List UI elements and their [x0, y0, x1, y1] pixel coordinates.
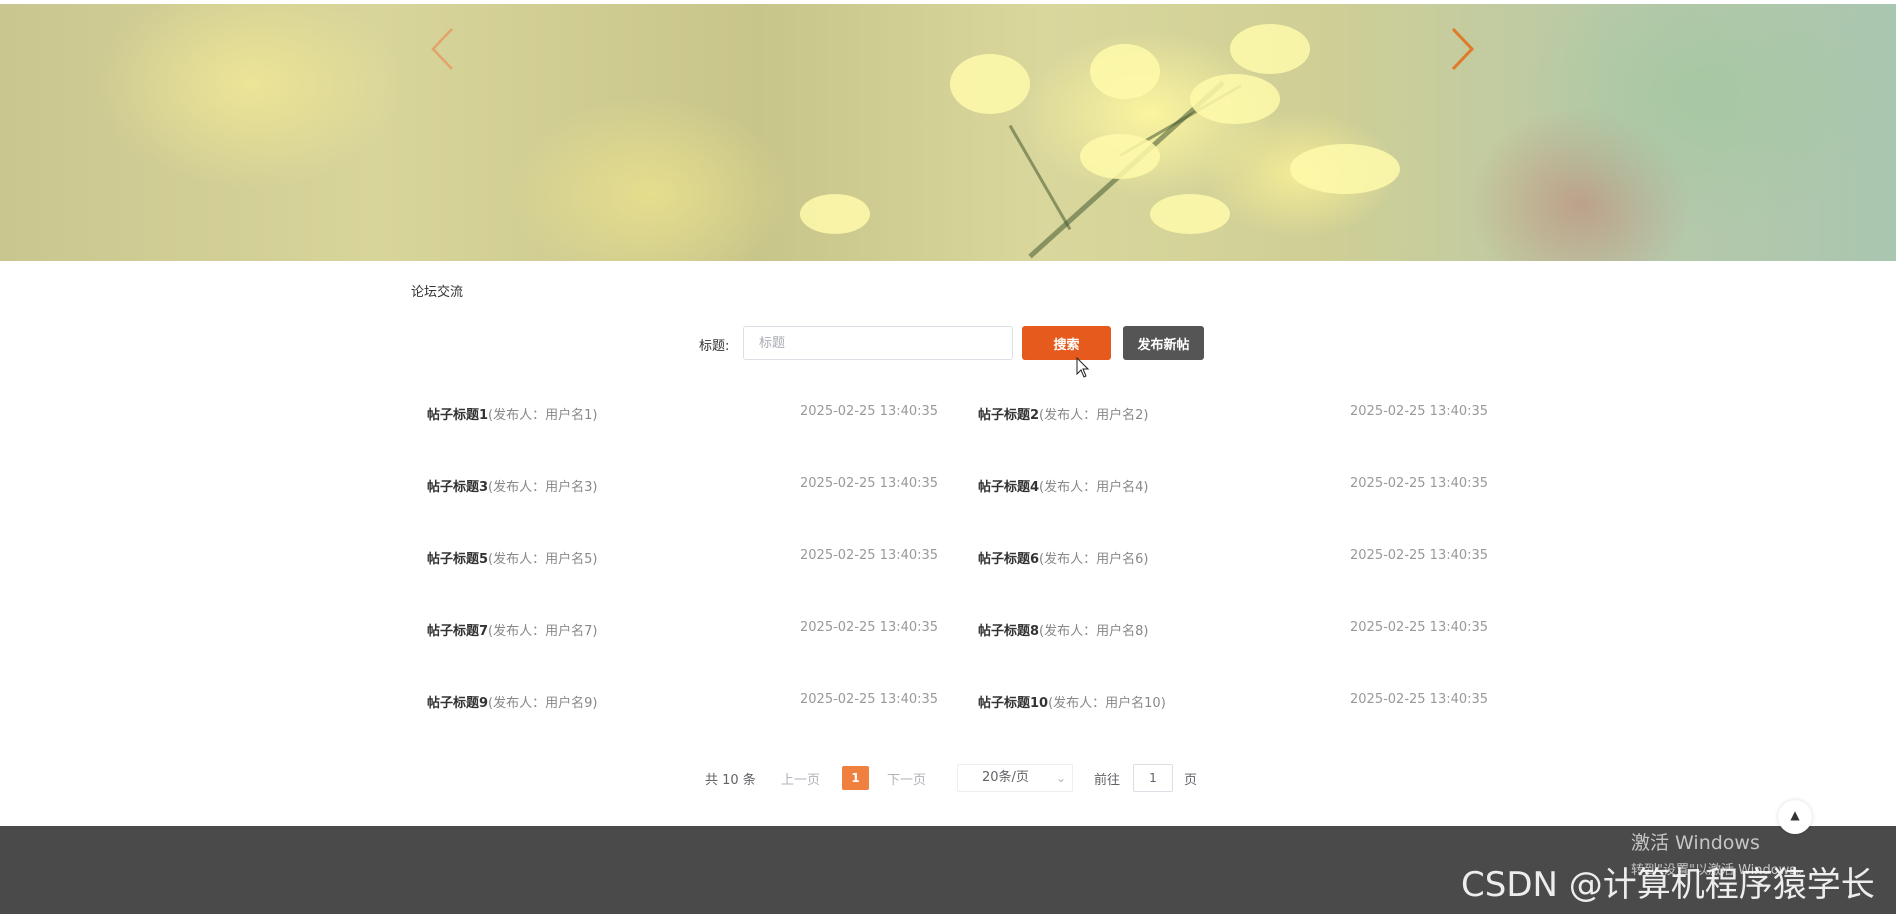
post-author: (发布人：用户名2)	[1039, 408, 1149, 423]
pagination-current-page[interactable]: 1	[842, 766, 869, 790]
pagination-next-button[interactable]: 下一页	[887, 769, 926, 788]
pagination-page-suffix: 页	[1184, 773, 1198, 788]
carousel-banner	[0, 4, 1896, 261]
pagination-prev-button[interactable]: 上一页	[781, 769, 820, 788]
caret-up-icon: ▲	[1790, 808, 1800, 822]
post-title: 帖子标题8	[978, 624, 1040, 639]
post-item[interactable]: 帖子标题6(发布人：用户名6)	[978, 548, 1148, 568]
search-input[interactable]	[743, 326, 1013, 360]
post-author: (发布人：用户名10)	[1048, 696, 1166, 711]
post-author: (发布人：用户名8)	[1039, 624, 1149, 639]
post-item[interactable]: 帖子标题5(发布人：用户名5)	[427, 548, 597, 568]
page-size-value: 20条/页	[982, 770, 1029, 785]
post-item[interactable]: 帖子标题1(发布人：用户名1)	[427, 404, 597, 424]
post-date: 2025-02-25 13:40:35	[1350, 692, 1489, 707]
carousel-prev-button[interactable]	[428, 26, 458, 72]
post-item[interactable]: 帖子标题3(发布人：用户名3)	[427, 476, 597, 496]
chevron-down-icon: ⌄	[1055, 771, 1066, 785]
post-title: 帖子标题5	[427, 552, 489, 567]
post-title: 帖子标题3	[427, 480, 489, 495]
post-date: 2025-02-25 13:40:35	[800, 476, 939, 491]
post-item[interactable]: 帖子标题4(发布人：用户名4)	[978, 476, 1148, 496]
activation-title: 激活 Windows	[1631, 832, 1760, 854]
post-title: 帖子标题9	[427, 696, 489, 711]
post-date: 2025-02-25 13:40:35	[800, 692, 939, 707]
post-item[interactable]: 帖子标题2(发布人：用户名2)	[978, 404, 1148, 424]
post-title: 帖子标题7	[427, 624, 489, 639]
pagination: 共 10 条 上一页 1 下一页 20条/页 ⌄ 前往 页	[0, 764, 1896, 792]
page-size-select[interactable]: 20条/页 ⌄	[957, 764, 1073, 792]
post-item[interactable]: 帖子标题7(发布人：用户名7)	[427, 620, 597, 640]
post-item[interactable]: 帖子标题9(发布人：用户名9)	[427, 692, 597, 712]
post-title: 帖子标题10	[978, 696, 1049, 711]
search-button[interactable]: 搜索	[1022, 326, 1111, 360]
post-date: 2025-02-25 13:40:35	[800, 620, 939, 635]
chevron-right-icon	[1451, 27, 1475, 71]
post-title: 帖子标题1	[427, 408, 489, 423]
post-date: 2025-02-25 13:40:35	[1350, 548, 1489, 563]
post-date: 2025-02-25 13:40:35	[1350, 620, 1489, 635]
post-date: 2025-02-25 13:40:35	[800, 404, 939, 419]
post-item[interactable]: 帖子标题10(发布人：用户名10)	[978, 692, 1166, 712]
post-title: 帖子标题6	[978, 552, 1040, 567]
new-post-button[interactable]: 发布新帖	[1123, 326, 1204, 360]
mouse-cursor-icon	[1076, 357, 1090, 378]
pagination-goto-label: 前往	[1094, 773, 1121, 788]
post-author: (发布人：用户名9)	[488, 696, 598, 711]
page-title: 论坛交流	[411, 285, 464, 300]
pagination-total: 共 10 条	[705, 773, 756, 788]
post-title: 帖子标题4	[978, 480, 1040, 495]
post-author: (发布人：用户名1)	[488, 408, 598, 423]
banner-flower-petal	[1080, 134, 1160, 179]
post-author: (发布人：用户名4)	[1039, 480, 1149, 495]
banner-flower-petal	[800, 194, 870, 234]
post-item[interactable]: 帖子标题8(发布人：用户名8)	[978, 620, 1148, 640]
banner-flower-petal	[1190, 74, 1280, 124]
post-title: 帖子标题2	[978, 408, 1040, 423]
banner-flower-petal	[1290, 144, 1400, 194]
watermark-text: CSDN @计算机程序猿学长	[1461, 865, 1875, 905]
banner-flower-petal	[1090, 44, 1160, 99]
post-author: (发布人：用户名6)	[1039, 552, 1149, 567]
post-date: 2025-02-25 13:40:35	[800, 548, 939, 563]
search-label: 标题:	[699, 339, 730, 354]
carousel-next-button[interactable]	[1447, 26, 1477, 72]
search-bar: 标题: 搜索 发布新帖	[0, 326, 1896, 360]
banner-flower-petal	[1150, 194, 1230, 234]
banner-flower-stem	[1008, 124, 1072, 231]
post-date: 2025-02-25 13:40:35	[1350, 476, 1489, 491]
post-author: (发布人：用户名5)	[488, 552, 598, 567]
post-date: 2025-02-25 13:40:35	[1350, 404, 1489, 419]
chevron-left-icon	[431, 28, 453, 70]
banner-flower-petal	[1230, 24, 1310, 74]
banner-flower-petal	[950, 54, 1030, 114]
pagination-goto-input[interactable]	[1133, 764, 1173, 792]
post-author: (发布人：用户名3)	[488, 480, 598, 495]
post-author: (发布人：用户名7)	[488, 624, 598, 639]
